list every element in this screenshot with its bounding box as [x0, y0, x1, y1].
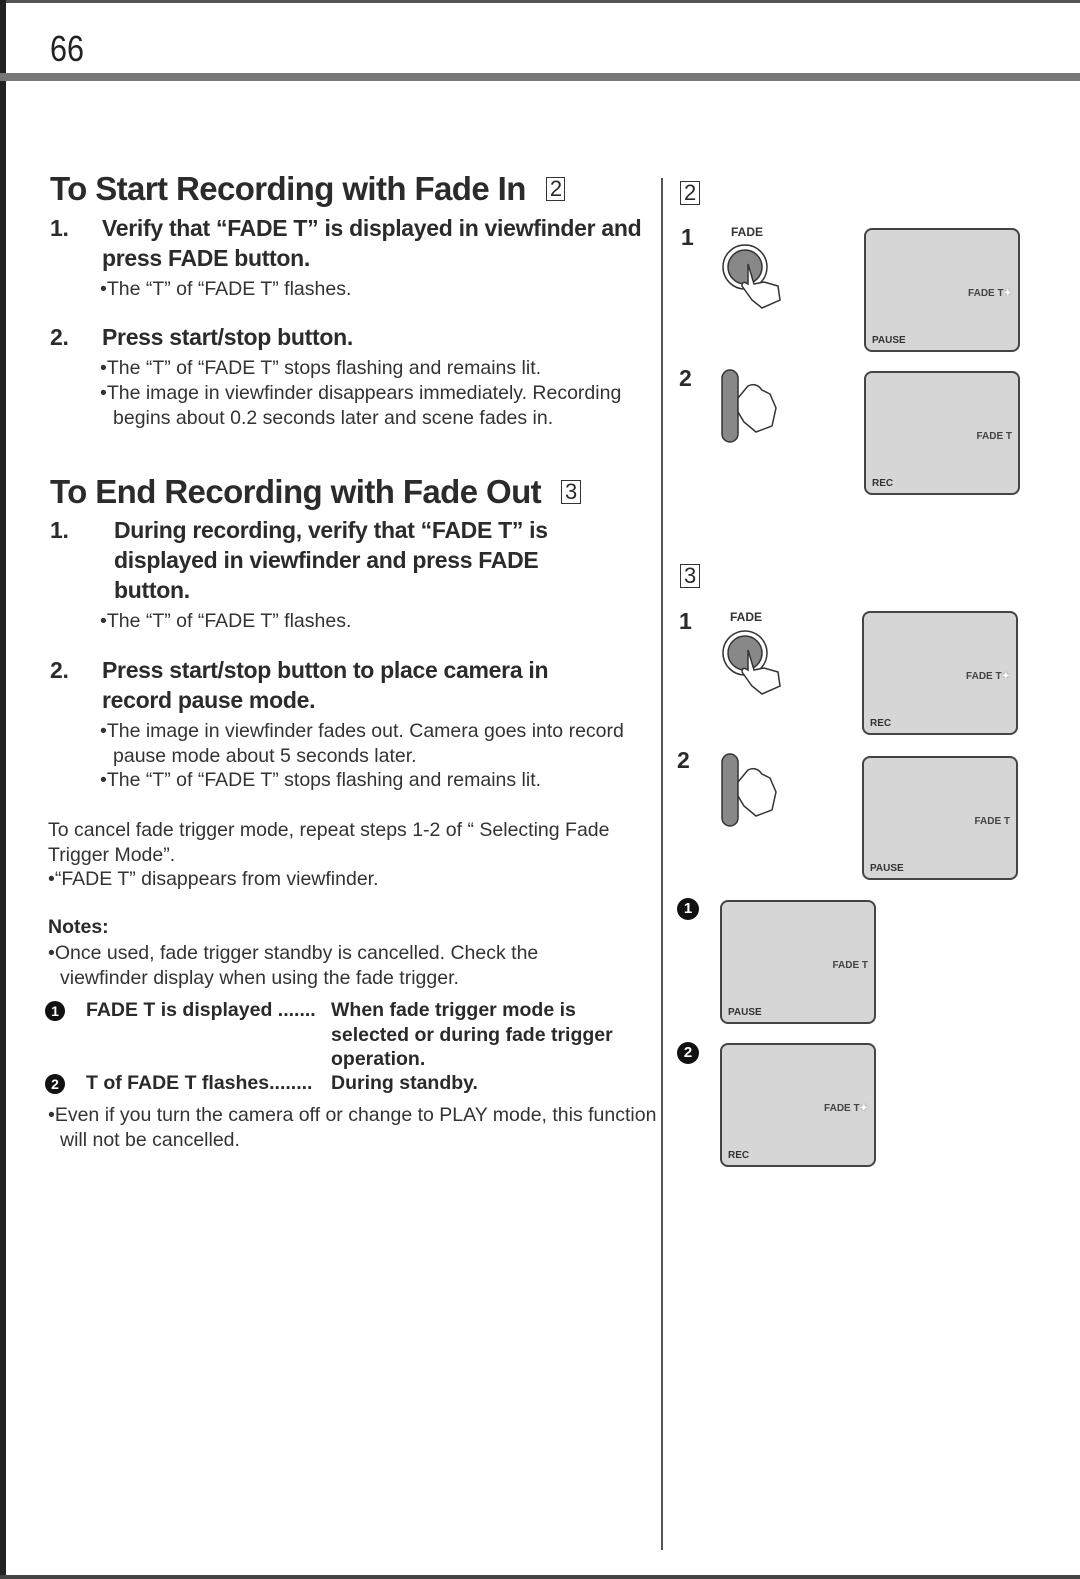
column-divider [661, 178, 663, 1550]
fade-out-step-2-bullet-1: •The image in viewfinder fades out. Came… [100, 720, 624, 767]
fade-button-label: FADE [731, 225, 764, 239]
bottom-border [0, 1575, 1080, 1579]
fade-t-indicator: FADE T✦ [966, 671, 1010, 682]
fade-out-step-1: 1. During recording, verify that “FADE T… [50, 517, 548, 603]
fade-out-step-1-bullet: •The “T” of “FADE T” flashes. [100, 610, 352, 632]
fade-out-step-2: 2. Press start/stop button to place came… [50, 657, 549, 713]
fade-out-step-2-bullet-2: •The “T” of “FADE T” stops flashing and … [100, 769, 542, 791]
figure-2-step-1-number: 1 [681, 224, 694, 250]
note-row-2-label: T of FADE T flashes........ [86, 1072, 313, 1094]
status-indicator: REC [872, 478, 894, 489]
marker-1-icon: 1 [677, 898, 699, 920]
flash-sparkle-icon: ✦ [1001, 671, 1010, 682]
fade-t-indicator: FADE T [974, 816, 1010, 827]
top-border [0, 0, 1080, 3]
header-rule [0, 73, 1080, 81]
note-row-1-desc: When fade trigger mode is selected or du… [331, 999, 613, 1070]
note-row-1-label: FADE T is displayed ....... [86, 999, 316, 1021]
viewfinder-screen: FADE T REC [864, 371, 1020, 495]
fade-t-indicator: FADE T✦ [968, 288, 1012, 299]
marker-1-icon: 1 [45, 1001, 65, 1021]
fade-in-step-2-bullet-1: •The “T” of “FADE T” stops flashing and … [100, 357, 542, 379]
figure-2-step-2-number: 2 [679, 365, 692, 391]
figure-3-step-2-number: 2 [677, 747, 690, 773]
cancel-bullet: •“FADE T” disappears from viewfinder. [48, 868, 379, 890]
fade-in-step-2: 2. Press start/stop button. [50, 324, 353, 350]
notes-title: Notes: [48, 916, 109, 938]
viewfinder-screen: FADE T PAUSE [862, 756, 1018, 880]
status-indicator: PAUSE [872, 335, 906, 346]
fade-button-press-icon [722, 244, 781, 309]
viewfinder-screen: FADE T✦ REC [720, 1043, 876, 1167]
viewfinder-screen: FADE T✦ PAUSE [864, 228, 1020, 352]
fade-button-press-icon [722, 630, 781, 695]
notes-bullet-2: •Even if you turn the camera off or chan… [48, 1104, 657, 1151]
marker-2-icon: 2 [677, 1042, 699, 1064]
viewfinder-screen: FADE T✦ REC [862, 611, 1018, 735]
notes-bullet-1: •Once used, fade trigger standby is canc… [48, 942, 539, 989]
fade-t-indicator: FADE T [976, 431, 1012, 442]
fade-t-indicator: FADE T [832, 960, 868, 971]
figure-3-label: 3 [680, 564, 701, 588]
status-indicator: PAUSE [728, 1007, 762, 1018]
start-stop-button-press-icon [721, 369, 777, 443]
page-number: 66 [50, 28, 85, 69]
status-indicator: REC [870, 718, 892, 729]
flash-sparkle-icon: ✦ [859, 1103, 868, 1114]
left-border [0, 0, 6, 1579]
figure-ref-box: 3 [561, 480, 581, 504]
figure-ref-box: 2 [545, 177, 566, 201]
fade-in-step-1-bullet: •The “T” of “FADE T” flashes. [100, 278, 352, 300]
figure-2-label: 2 [680, 181, 701, 205]
fade-button-label: FADE [730, 610, 763, 624]
start-stop-button-press-icon [721, 753, 777, 827]
fade-in-step-2-bullet-2: •The image in viewfinder disappears imme… [100, 382, 622, 429]
figure-3-step-1-number: 1 [679, 608, 692, 634]
fade-in-step-1: 1. Verify that “FADE T” is displayed in … [50, 215, 642, 271]
fade-t-indicator: FADE T✦ [824, 1103, 868, 1114]
viewfinder-screen: FADE T PAUSE [720, 900, 876, 1024]
flash-sparkle-icon: ✦ [1003, 288, 1012, 299]
marker-2-icon: 2 [45, 1074, 65, 1094]
status-indicator: PAUSE [870, 863, 904, 874]
cancel-instruction: To cancel fade trigger mode, repeat step… [48, 819, 610, 866]
note-row-2-desc: During standby. [331, 1072, 478, 1094]
heading-fade-out: To End Recording with Fade Out 3 [50, 473, 581, 511]
status-indicator: REC [728, 1150, 750, 1161]
heading-fade-in: To Start Recording with Fade In 2 [50, 170, 566, 208]
